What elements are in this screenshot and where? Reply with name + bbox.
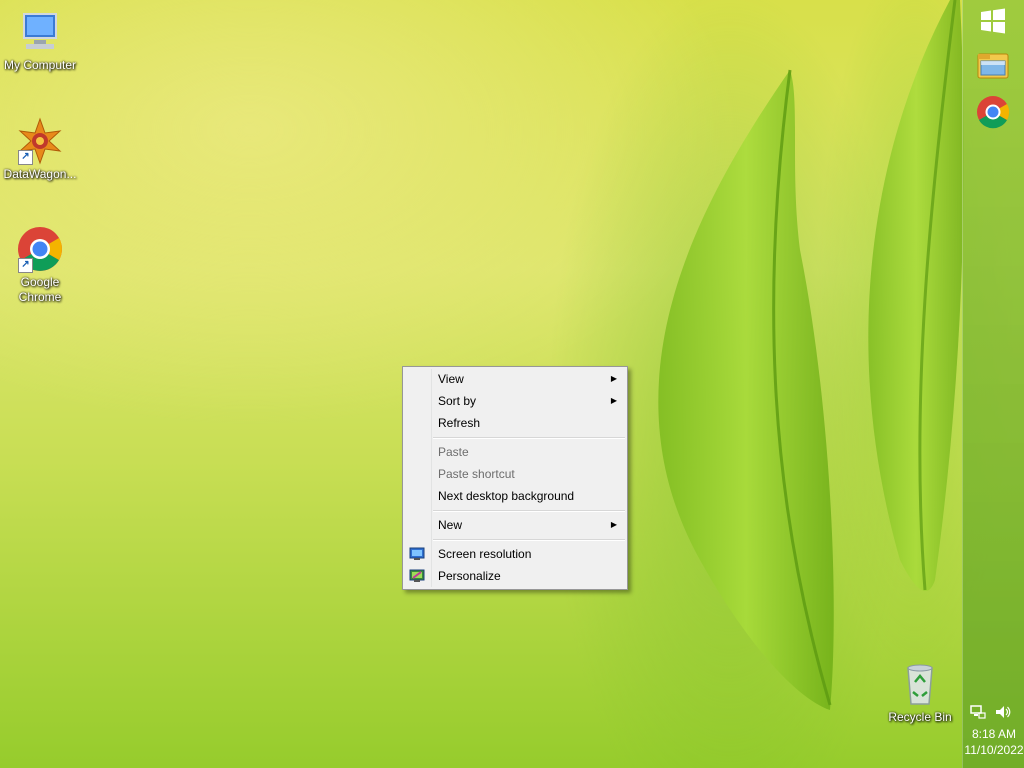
desktop-icon-datawagon[interactable]: ↗ DataWagon... — [0, 117, 80, 182]
menu-item-label: View — [438, 372, 464, 386]
desktop-context-menu: View ▶ Sort by ▶ Refresh Paste Paste sho… — [402, 366, 628, 590]
menu-item-refresh[interactable]: Refresh — [405, 412, 625, 434]
recycle-bin-icon — [896, 660, 944, 708]
clock-time: 8:18 AM — [971, 727, 1017, 741]
menu-item-sort-by[interactable]: Sort by ▶ — [405, 390, 625, 412]
menu-item-paste-shortcut[interactable]: Paste shortcut — [405, 463, 625, 485]
submenu-arrow-icon: ▶ — [610, 374, 617, 383]
system-tray — [964, 702, 1024, 722]
speaker-icon[interactable] — [994, 704, 1012, 723]
network-icon[interactable] — [970, 704, 986, 723]
shortcut-arrow-icon: ↗ — [18, 258, 33, 273]
menu-item-label: Refresh — [438, 416, 481, 430]
desktop-icon-my-computer[interactable]: My Computer — [0, 8, 80, 73]
menu-item-paste[interactable]: Paste — [405, 441, 625, 463]
personalize-icon — [409, 568, 425, 582]
chrome-icon — [977, 96, 1010, 129]
monitor-icon — [409, 546, 425, 560]
datawagon-icon: ↗ — [16, 117, 64, 165]
menu-separator — [433, 437, 625, 439]
desktop-icon-label: Google Chrome — [18, 275, 62, 304]
menu-separator — [433, 539, 625, 541]
submenu-arrow-icon: ▶ — [610, 520, 617, 529]
menu-item-label: New — [438, 518, 463, 532]
menu-item-view[interactable]: View ▶ — [405, 368, 625, 390]
chrome-icon: ↗ — [16, 225, 64, 273]
submenu-arrow-icon: ▶ — [610, 396, 617, 405]
folder-icon — [977, 53, 1009, 79]
menu-item-screen-resolution[interactable]: Screen resolution — [405, 543, 625, 565]
desktop-icon-label: Recycle Bin — [888, 710, 952, 724]
menu-item-label: Paste shortcut — [438, 467, 515, 481]
menu-item-personalize[interactable]: Personalize — [405, 565, 625, 587]
file-explorer-button[interactable] — [974, 46, 1012, 84]
clock-date: 11/10/2022 — [964, 743, 1024, 757]
menu-item-next-desktop-background[interactable]: Next desktop background — [405, 485, 625, 507]
menu-item-label: Next desktop background — [438, 489, 575, 503]
shortcut-arrow-icon: ↗ — [18, 150, 33, 165]
desktop-icon-recycle-bin[interactable]: Recycle Bin — [880, 660, 960, 725]
computer-icon — [16, 8, 64, 56]
menu-item-new[interactable]: New ▶ — [405, 514, 625, 536]
start-button[interactable] — [974, 2, 1012, 40]
windows-logo-icon — [981, 8, 1005, 34]
menu-item-label: Sort by — [438, 394, 477, 408]
chrome-taskbar-button[interactable] — [974, 93, 1012, 131]
menu-item-label: Screen resolution — [438, 547, 532, 561]
menu-item-label: Paste — [438, 445, 469, 459]
clock[interactable]: 8:18 AM 11/10/2022 — [964, 726, 1024, 758]
menu-item-label: Personalize — [438, 569, 501, 583]
menu-separator — [433, 510, 625, 512]
desktop-icon-label: DataWagon... — [3, 167, 77, 181]
desktop-icon-label: My Computer — [3, 58, 77, 72]
desktop-icon-google-chrome[interactable]: ↗ Google Chrome — [0, 225, 80, 305]
